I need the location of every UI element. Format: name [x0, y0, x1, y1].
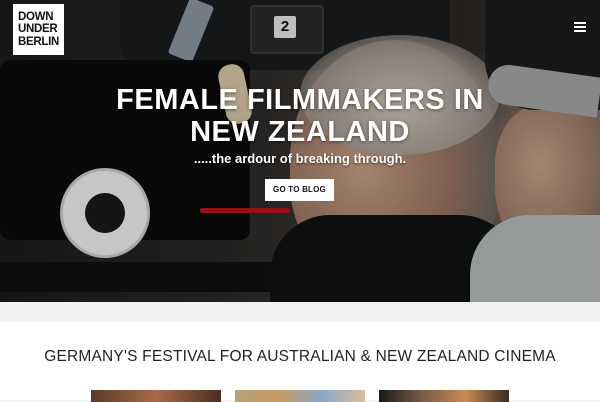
hero-title-line-1: FEMALE FILMMAKERS IN [116, 84, 484, 116]
hero-title: FEMALE FILMMAKERS IN NEW ZEALAND [0, 84, 600, 148]
film-thumbnail[interactable] [235, 390, 365, 402]
hero-subtitle: .....the ardour of breaking through. [193, 151, 407, 166]
hero-banner: 2 DOWN UNDER BERLIN FEMALE FILMMAKERS IN… [0, 0, 600, 302]
logo-line-3: BERLIN [18, 35, 60, 48]
festival-heading: GERMANY'S FESTIVAL FOR AUSTRALIAN & NEW … [44, 348, 556, 365]
festival-section: GERMANY'S FESTIVAL FOR AUSTRALIAN & NEW … [0, 302, 600, 402]
logo-line-1: DOWN [18, 10, 54, 23]
logo-line-2: UNDER [18, 23, 58, 36]
hero-title-line-2: NEW ZEALAND [190, 116, 410, 148]
go-to-blog-button[interactable]: GO TO BLOG [265, 179, 334, 201]
site-logo[interactable]: DOWN UNDER BERLIN [13, 4, 64, 55]
film-thumbnail[interactable] [379, 390, 509, 402]
hamburger-menu-icon[interactable] [574, 22, 586, 34]
section-top-band [0, 302, 600, 322]
film-thumbnail[interactable] [91, 390, 221, 402]
